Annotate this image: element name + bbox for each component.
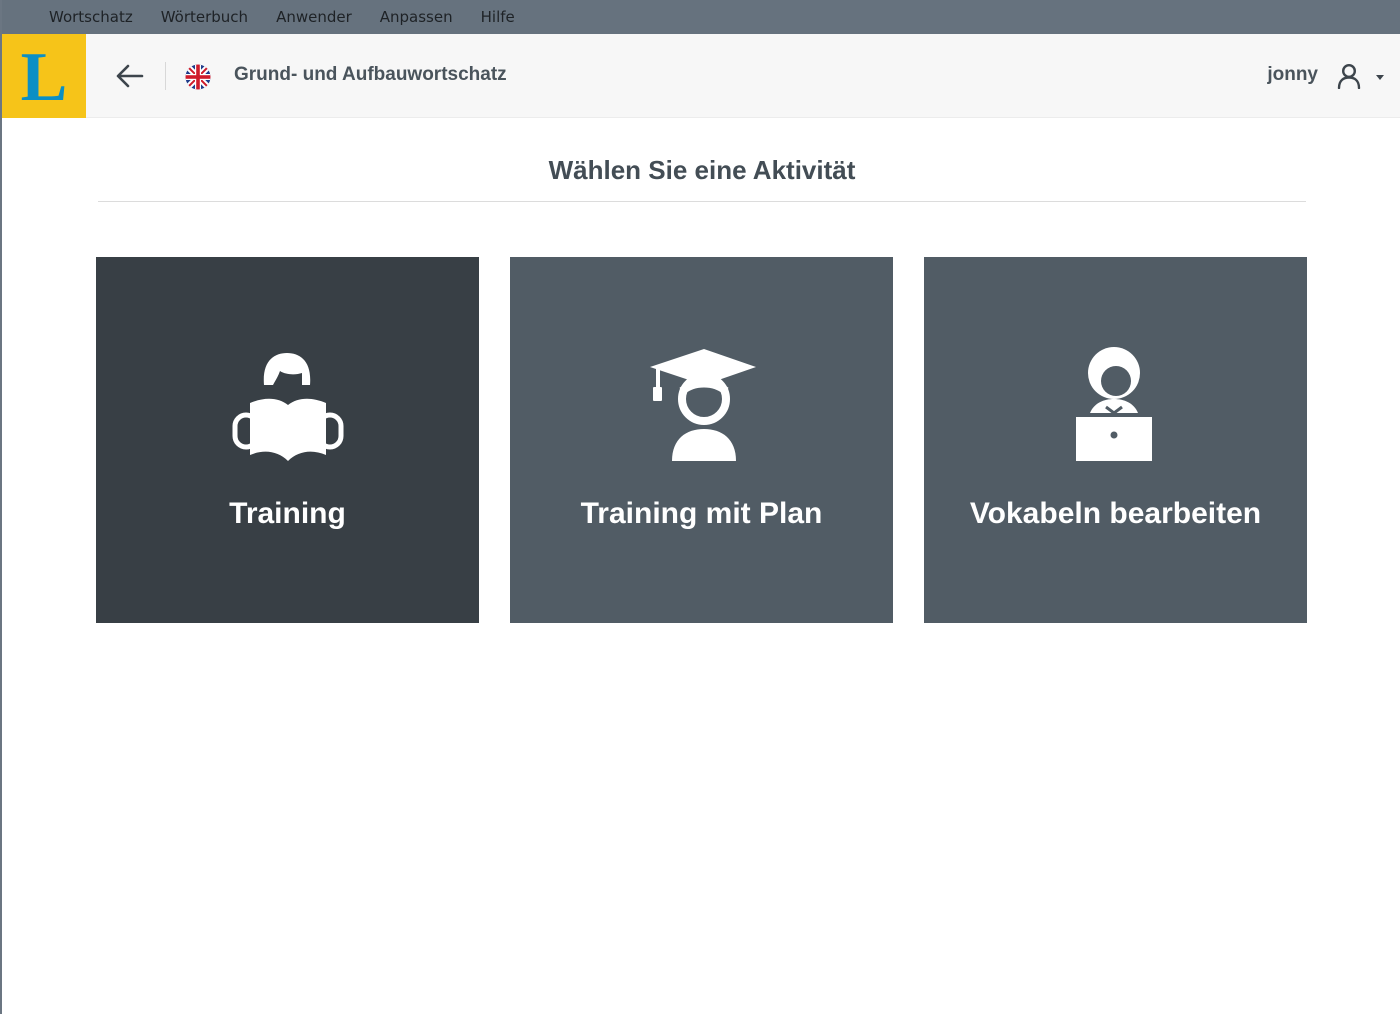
person-at-laptop-icon (1075, 347, 1152, 461)
card-training-label: Training (229, 497, 346, 530)
card-training[interactable]: Training (96, 257, 479, 623)
card-training-mit-plan-label: Training mit Plan (580, 497, 823, 530)
card-training-mit-plan[interactable]: Training mit Plan (510, 257, 893, 623)
card-vokabeln-bearbeiten-label: Vokabeln bearbeiten (969, 497, 1262, 530)
menu-wortschatz[interactable]: Wortschatz (49, 8, 133, 26)
back-arrow-icon[interactable] (114, 61, 146, 91)
page-title: Wählen Sie eine Aktivität (548, 155, 856, 185)
app-logo: L (2, 34, 86, 118)
menu-anpassen[interactable]: Anpassen (380, 8, 453, 26)
graduate-cap-icon (649, 349, 756, 461)
header-divider (165, 62, 166, 90)
app-header: L Grund- und Aufbauwortschatz jonny (2, 34, 1400, 118)
menu-bar: Wortschatz Wörterbuch Anwender Anpassen … (2, 0, 1400, 34)
reader-with-book-icon (232, 353, 343, 461)
user-icon[interactable] (1336, 63, 1362, 89)
app-window: Wortschatz Wörterbuch Anwender Anpassen … (0, 0, 1400, 1014)
title-divider (98, 201, 1306, 202)
menu-woerterbuch[interactable]: Wörterbuch (161, 8, 248, 26)
logo-letter: L (20, 39, 68, 116)
menu-anwender[interactable]: Anwender (276, 8, 352, 26)
course-title: Grund- und Aufbauwortschatz (234, 64, 507, 85)
menu-hilfe[interactable]: Hilfe (481, 8, 515, 26)
caret-down-icon[interactable] (1374, 72, 1386, 82)
uk-flag-icon (185, 64, 211, 90)
card-vokabeln-bearbeiten[interactable]: Vokabeln bearbeiten (924, 257, 1307, 623)
user-name[interactable]: jonny (1267, 64, 1318, 86)
